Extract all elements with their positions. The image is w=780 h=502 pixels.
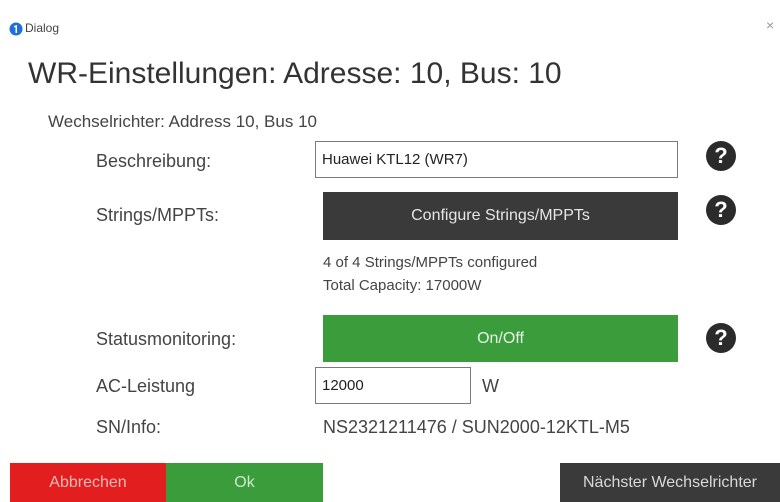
description-label: Beschreibung: bbox=[96, 151, 212, 171]
total-capacity-info: Total Capacity: 17000W bbox=[323, 277, 482, 294]
cancel-button[interactable]: Abbrechen bbox=[10, 463, 166, 502]
ac-power-unit: W bbox=[482, 376, 499, 396]
strings-help-icon[interactable]: ? bbox=[706, 195, 736, 225]
page-title: WR-Einstellungen: Adresse: 10, Bus: 10 bbox=[28, 57, 562, 90]
strings-label: Strings/MPPTs: bbox=[96, 205, 220, 225]
sn-info-value: NS2321211476 / SUN2000-12KTL-M5 bbox=[323, 417, 630, 437]
ok-button[interactable]: Ok bbox=[166, 463, 323, 502]
status-monitoring-label: Statusmonitoring: bbox=[96, 329, 237, 349]
close-icon[interactable]: × bbox=[766, 17, 774, 33]
window-title: Dialog bbox=[25, 21, 60, 35]
status-toggle-button[interactable]: On/Off bbox=[323, 315, 678, 362]
description-input[interactable] bbox=[315, 141, 678, 178]
status-help-icon[interactable]: ? bbox=[706, 323, 736, 353]
app-logo-icon bbox=[9, 22, 23, 36]
configure-strings-button[interactable]: Configure Strings/MPPTs bbox=[323, 192, 678, 240]
inverter-subtitle: Wechselrichter: Address 10, Bus 10 bbox=[48, 112, 317, 131]
next-inverter-button[interactable]: Nächster Wechselrichter bbox=[560, 463, 780, 502]
ac-power-label: AC-Leistung bbox=[96, 376, 196, 396]
sn-info-label: SN/Info: bbox=[96, 417, 162, 437]
title-bar: Dialog × bbox=[0, 0, 780, 48]
strings-configured-info: 4 of 4 Strings/MPPTs configured bbox=[323, 254, 538, 271]
ac-power-input[interactable] bbox=[315, 367, 471, 404]
description-help-icon[interactable]: ? bbox=[706, 141, 736, 171]
